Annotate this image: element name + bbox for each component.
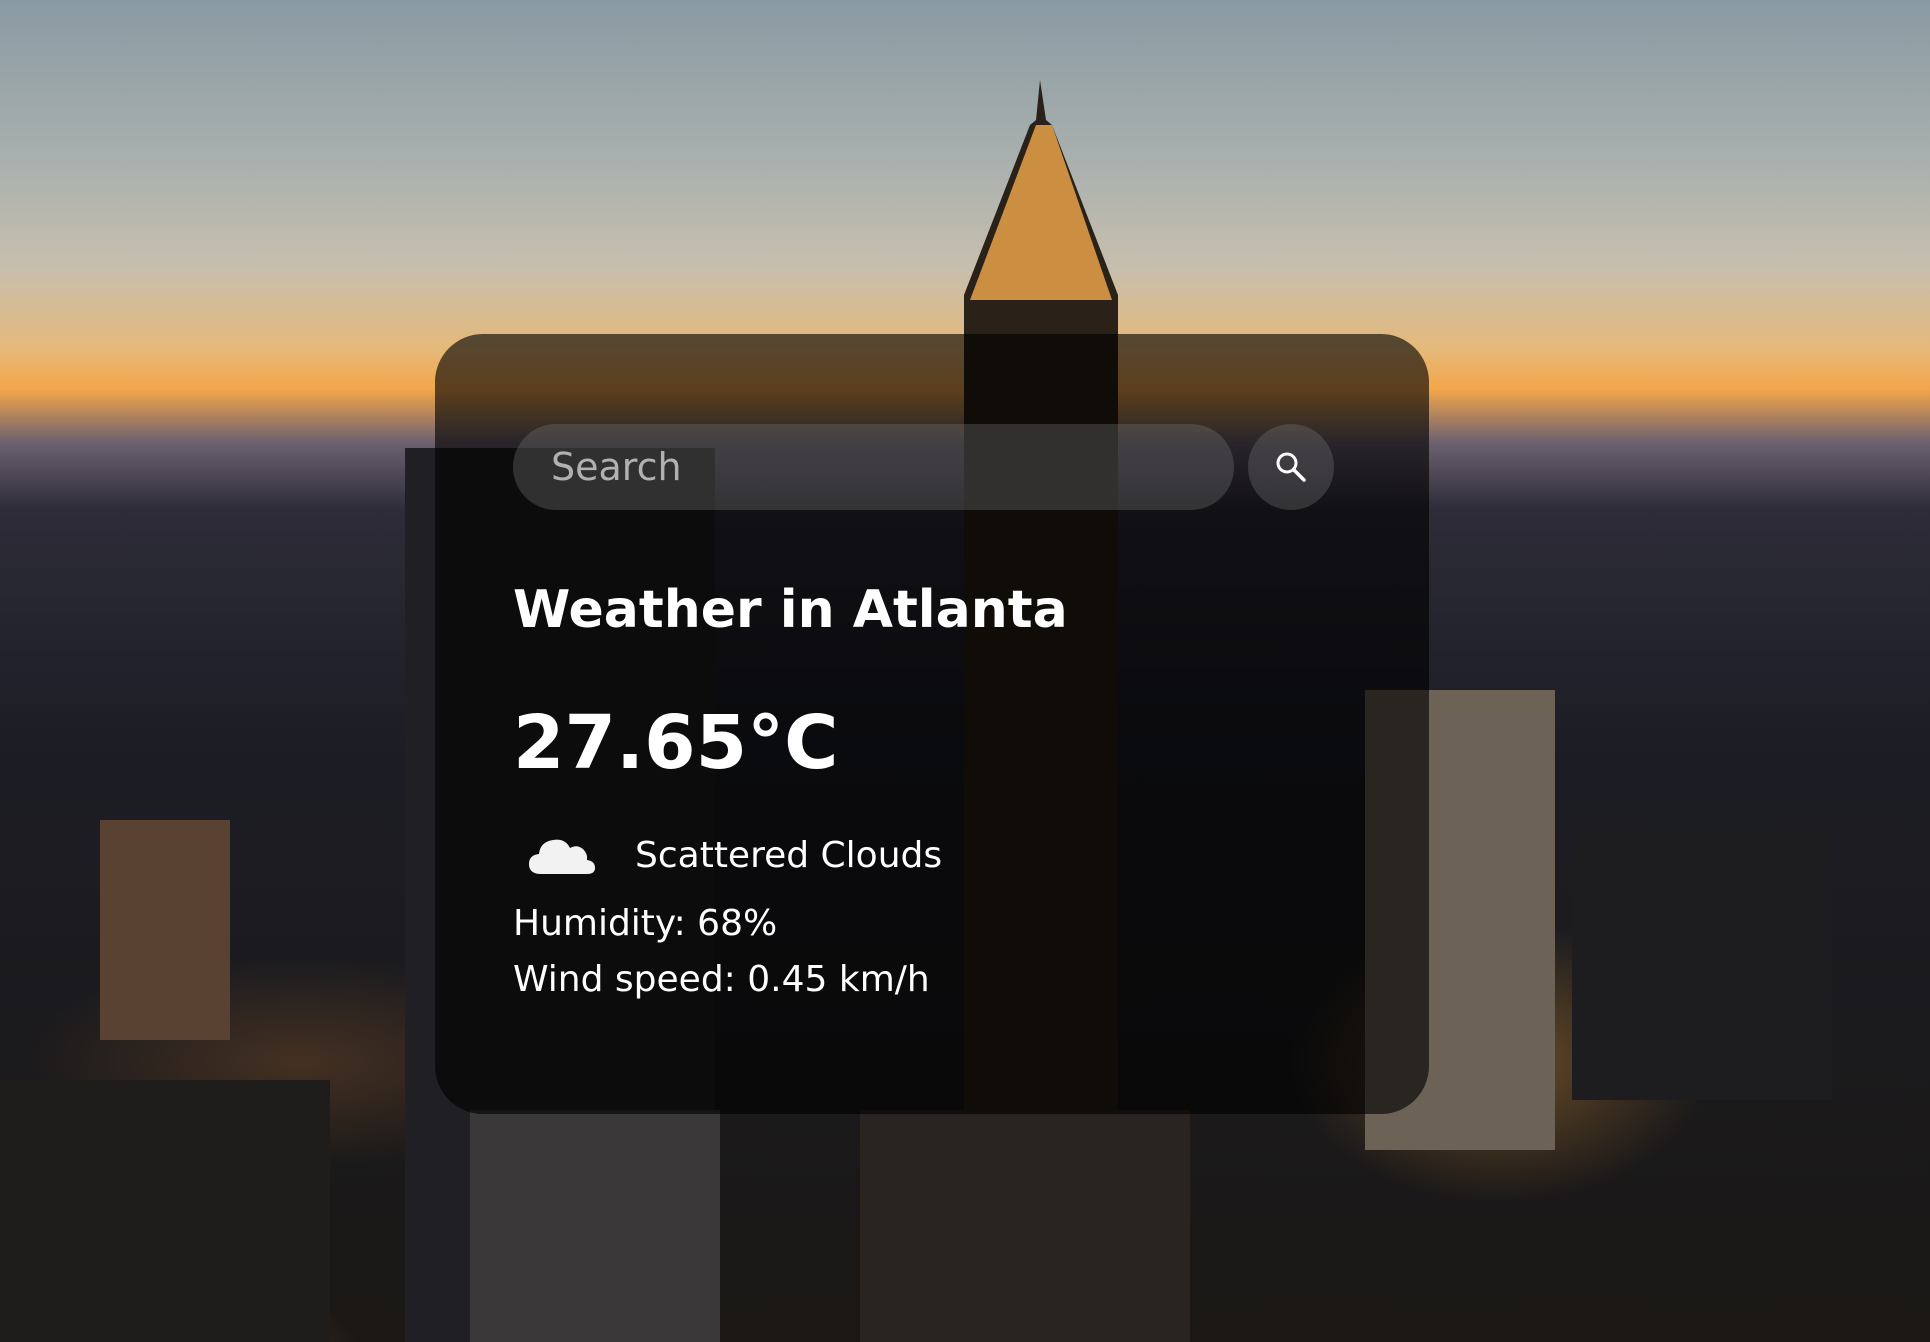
cloud-icon — [529, 839, 595, 874]
condition-row: Scattered Clouds — [513, 830, 1429, 880]
building-bottom-center — [860, 1110, 1190, 1342]
search-input[interactable] — [513, 424, 1234, 510]
city-title: Weather in Atlanta — [513, 580, 1068, 640]
temperature: 27.65°C — [513, 700, 839, 786]
condition-description: Scattered Clouds — [635, 834, 943, 876]
search-button[interactable] — [1248, 424, 1334, 510]
search-icon — [1276, 452, 1306, 482]
building-here — [470, 1110, 720, 1342]
building-far-right — [1572, 830, 1832, 1100]
wind-speed: Wind speed: 0.45 km/h — [513, 959, 930, 1000]
tower-spire-lit — [970, 125, 1112, 300]
weather-card: Weather in Atlanta 27.65°C Scattered Clo… — [435, 334, 1429, 1114]
building-lower-left — [100, 820, 230, 1040]
search-bar — [513, 424, 1429, 510]
humidity: Humidity: 68% — [513, 903, 778, 944]
building-bottom-left — [0, 1080, 330, 1342]
